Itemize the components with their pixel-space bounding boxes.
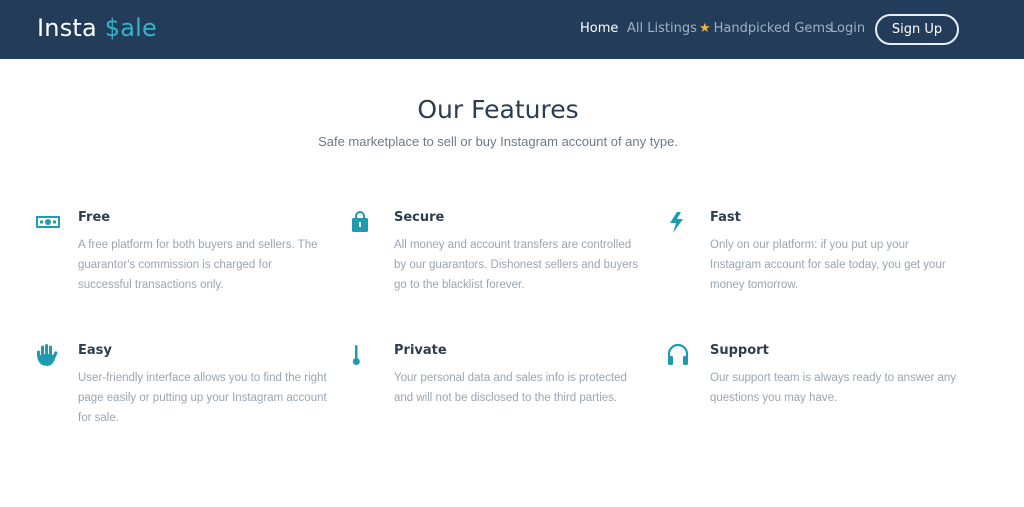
- feature-title: Private: [394, 343, 447, 358]
- logo-text: Insta: [37, 14, 105, 42]
- feature-description: Our support team is always ready to answ…: [710, 372, 957, 404]
- nav-login-link[interactable]: Login: [830, 21, 865, 36]
- logo[interactable]: Insta $ale: [37, 14, 157, 42]
- nav-all-listings-link[interactable]: All Listings: [627, 21, 697, 36]
- money-icon: [36, 216, 60, 228]
- headphones-icon: [668, 343, 689, 365]
- feature-title: Support: [710, 343, 769, 358]
- feature-description: User-friendly interface allows you to fi…: [78, 372, 327, 424]
- nav-home-link[interactable]: Home: [580, 21, 618, 36]
- feature-description: All money and account transfers are cont…: [394, 239, 639, 291]
- lightning-icon: [670, 212, 683, 233]
- feature-title: Easy: [78, 343, 112, 358]
- nav-handpicked-gems-link[interactable]: ★ Handpicked Gems: [699, 21, 832, 36]
- star-icon: ★: [699, 21, 711, 36]
- hand-icon: [37, 344, 58, 366]
- logo-accent: $ale: [104, 14, 157, 42]
- sign-up-button[interactable]: Sign Up: [875, 14, 959, 45]
- thermometer-icon: [352, 345, 360, 365]
- feature-title: Fast: [710, 210, 741, 225]
- feature-description: Only on our platform: if you put up your…: [710, 239, 946, 291]
- section-subtitle: Safe marketplace to sell or buy Instagra…: [318, 134, 678, 149]
- feature-description: Your personal data and sales info is pro…: [394, 372, 627, 404]
- lock-icon: [352, 211, 368, 232]
- nav-handpicked-gems-label: Handpicked Gems: [713, 21, 832, 36]
- feature-title: Free: [78, 210, 111, 225]
- top-navbar: Insta $ale Home All Listings ★ Handpicked…: [0, 0, 1024, 59]
- section-title: Our Features: [417, 95, 579, 124]
- feature-title: Secure: [394, 210, 445, 225]
- feature-description: A free platform for both buyers and sell…: [78, 239, 318, 291]
